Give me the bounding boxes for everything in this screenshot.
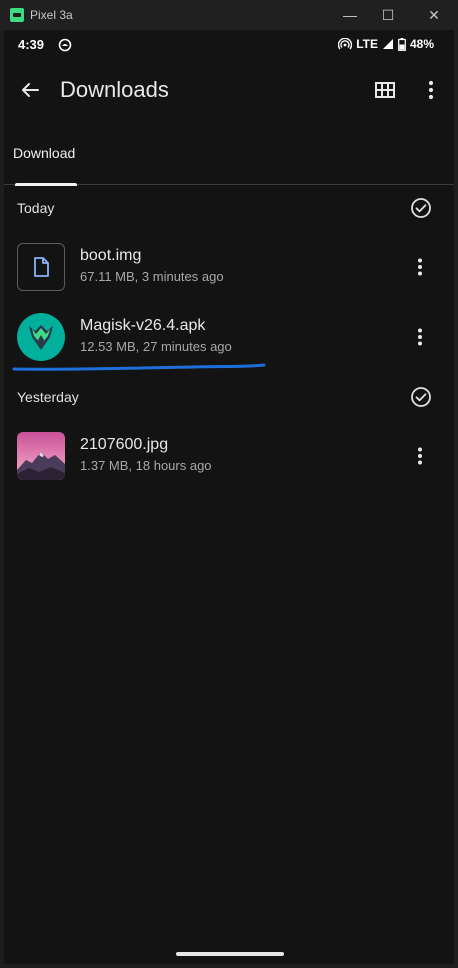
list-item[interactable]: 2107600.jpg 1.37 MB, 18 hours ago (4, 424, 454, 488)
magisk-icon (17, 313, 65, 361)
tab-indicator (15, 183, 77, 186)
item-more-icon[interactable] (408, 255, 432, 279)
status-time: 4:39 (18, 37, 45, 52)
file-icon (17, 243, 65, 291)
file-meta: 12.53 MB, 27 minutes ago (80, 339, 232, 354)
section-header-yesterday: Yesterday (4, 377, 454, 417)
file-name: boot.img (80, 247, 142, 264)
section-label: Yesterday (17, 389, 79, 405)
status-bar: 4:39 LTE 48% (4, 30, 454, 60)
item-more-icon[interactable] (408, 444, 432, 468)
file-name: Magisk-v26.4.apk (80, 317, 206, 334)
battery-icon (398, 37, 406, 51)
file-meta: 67.11 MB, 3 minutes ago (80, 269, 224, 284)
close-button[interactable]: ✕ (423, 4, 445, 26)
section-label: Today (17, 200, 55, 216)
minimize-button[interactable]: — (339, 4, 361, 26)
emulator-title-bar: Pixel 3a — ☐ ✕ (0, 0, 458, 30)
tab-download-label: Download (13, 145, 76, 161)
more-options-icon[interactable] (418, 76, 444, 104)
page-title: Downloads (60, 77, 169, 102)
item-more-icon[interactable] (408, 325, 432, 349)
list-item[interactable]: boot.img 67.11 MB, 3 minutes ago (4, 235, 454, 299)
gesture-nav-handle[interactable] (176, 952, 284, 956)
hotspot-icon (338, 38, 353, 50)
file-meta: 1.37 MB, 18 hours ago (80, 458, 212, 473)
list-item[interactable]: Magisk-v26.4.apk 12.53 MB, 27 minutes ag… (4, 305, 454, 369)
signal-icon (382, 39, 393, 49)
network-type: LTE (356, 37, 378, 51)
select-all-check-icon[interactable] (409, 196, 433, 220)
emulator-app-icon (10, 8, 24, 22)
battery-percent: 48% (409, 37, 434, 51)
section-header-today: Today (4, 188, 454, 228)
mountain-image (17, 432, 65, 480)
select-all-check-icon[interactable] (409, 385, 433, 409)
back-arrow-icon[interactable] (16, 76, 44, 104)
annotation-underline (12, 363, 266, 371)
tab-bar: Download (4, 130, 454, 186)
tab-download[interactable]: Download (4, 130, 88, 186)
notification-icon (58, 38, 72, 52)
phone-screen: 4:39 LTE 48% Downloads Download Today bo… (4, 30, 454, 964)
app-bar: Downloads (4, 60, 454, 120)
grid-view-icon[interactable] (372, 77, 398, 103)
maximize-button[interactable]: ☐ (377, 4, 399, 26)
file-name: 2107600.jpg (80, 436, 169, 453)
window-title: Pixel 3a (30, 8, 73, 22)
